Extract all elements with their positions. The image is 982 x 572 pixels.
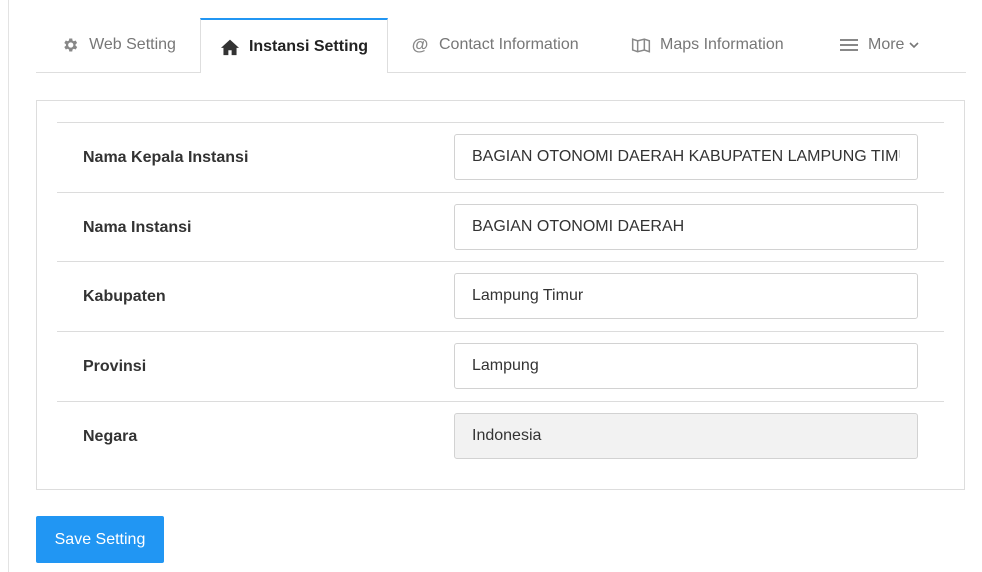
nama-instansi-input[interactable]: [454, 204, 918, 250]
tab-instansi-setting[interactable]: Instansi Setting: [200, 18, 388, 73]
field-label: Negara: [83, 428, 138, 445]
tab-more[interactable]: More: [839, 18, 920, 72]
field-label: Nama Instansi: [83, 219, 192, 236]
form-row: Nama Instansi: [57, 192, 944, 262]
save-setting-button[interactable]: Save Setting: [36, 516, 164, 563]
home-icon: [220, 37, 240, 57]
left-border: [8, 0, 9, 572]
kabupaten-input[interactable]: [454, 273, 918, 319]
tab-label: Instansi Setting: [248, 37, 369, 55]
negara-input[interactable]: [454, 413, 918, 459]
nama-kepala-instansi-input[interactable]: [454, 134, 918, 180]
form-row: Negara: [57, 401, 944, 471]
menu-icon: [839, 35, 859, 55]
provinsi-input[interactable]: [454, 343, 918, 389]
gear-icon: [60, 35, 80, 55]
tab-label: Web Setting: [89, 36, 176, 53]
form-row: Nama Kepala Instansi: [57, 122, 944, 192]
form-row: Provinsi: [57, 331, 944, 401]
tab-bar: Web Setting Instansi Setting @ Contact I…: [36, 18, 966, 73]
tab-contact-information[interactable]: @ Contact Information: [410, 18, 579, 72]
instansi-settings-panel: Nama Kepala Instansi Nama Instansi Kabup…: [36, 100, 965, 490]
tab-maps-information[interactable]: Maps Information: [631, 18, 784, 72]
map-icon: [631, 35, 651, 55]
field-label: Nama Kepala Instansi: [83, 149, 249, 166]
field-label: Provinsi: [83, 358, 147, 375]
tab-label: Maps Information: [660, 36, 784, 53]
form-row: Kabupaten: [57, 261, 944, 331]
tab-label: More: [868, 36, 905, 53]
chevron-down-icon: [909, 41, 920, 49]
tab-label: Contact Information: [439, 36, 579, 53]
tab-web-setting[interactable]: Web Setting: [36, 18, 200, 72]
field-label: Kabupaten: [83, 288, 166, 305]
at-sign-icon: @: [411, 35, 429, 54]
